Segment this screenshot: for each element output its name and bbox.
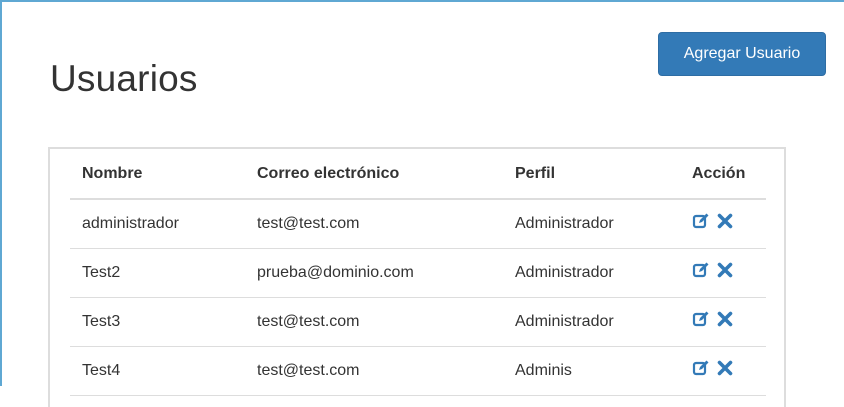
- edit-icon[interactable]: [692, 310, 710, 328]
- table-row: Test3 test@test.com Administrador: [70, 297, 766, 347]
- add-user-button[interactable]: Agregar Usuario: [658, 32, 826, 76]
- cell-actions: [680, 199, 766, 249]
- users-table-panel: Nombre Correo electrónico Perfil Acción …: [48, 147, 786, 407]
- edit-icon[interactable]: [692, 212, 710, 230]
- table-row: administrador test@test.com Administrado…: [70, 199, 766, 249]
- cell-email: test@test.com: [245, 346, 503, 396]
- delete-icon[interactable]: [716, 359, 734, 377]
- page-title: Usuarios: [50, 58, 198, 99]
- cell-actions: [680, 248, 766, 298]
- cell-email: prueba@dominio.com: [245, 248, 503, 298]
- cell-actions: [680, 297, 766, 347]
- users-table: Nombre Correo electrónico Perfil Acción …: [70, 149, 766, 396]
- column-header-action: Acción: [680, 149, 766, 200]
- table-row: Test2 prueba@dominio.com Administrador: [70, 248, 766, 298]
- cell-profile: Administrador: [503, 199, 680, 249]
- app-frame: Usuarios Agregar Usuario Nombre Correo e…: [0, 0, 844, 407]
- cell-name: Test4: [70, 346, 245, 396]
- table-header-row: Nombre Correo electrónico Perfil Acción: [70, 149, 766, 200]
- column-header-email: Correo electrónico: [245, 149, 503, 200]
- delete-icon[interactable]: [716, 310, 734, 328]
- table-row: Test4 test@test.com Adminis: [70, 346, 766, 396]
- edit-icon[interactable]: [692, 359, 710, 377]
- cell-profile: Administrador: [503, 297, 680, 347]
- cell-profile: Adminis: [503, 346, 680, 396]
- delete-icon[interactable]: [716, 261, 734, 279]
- cell-name: Test2: [70, 248, 245, 298]
- cell-name: Test3: [70, 297, 245, 347]
- edit-icon[interactable]: [692, 261, 710, 279]
- column-header-profile: Perfil: [503, 149, 680, 200]
- cell-profile: Administrador: [503, 248, 680, 298]
- cell-name: administrador: [70, 199, 245, 249]
- cell-actions: [680, 346, 766, 396]
- delete-icon[interactable]: [716, 212, 734, 230]
- cell-email: test@test.com: [245, 199, 503, 249]
- cell-email: test@test.com: [245, 297, 503, 347]
- column-header-name: Nombre: [70, 149, 245, 200]
